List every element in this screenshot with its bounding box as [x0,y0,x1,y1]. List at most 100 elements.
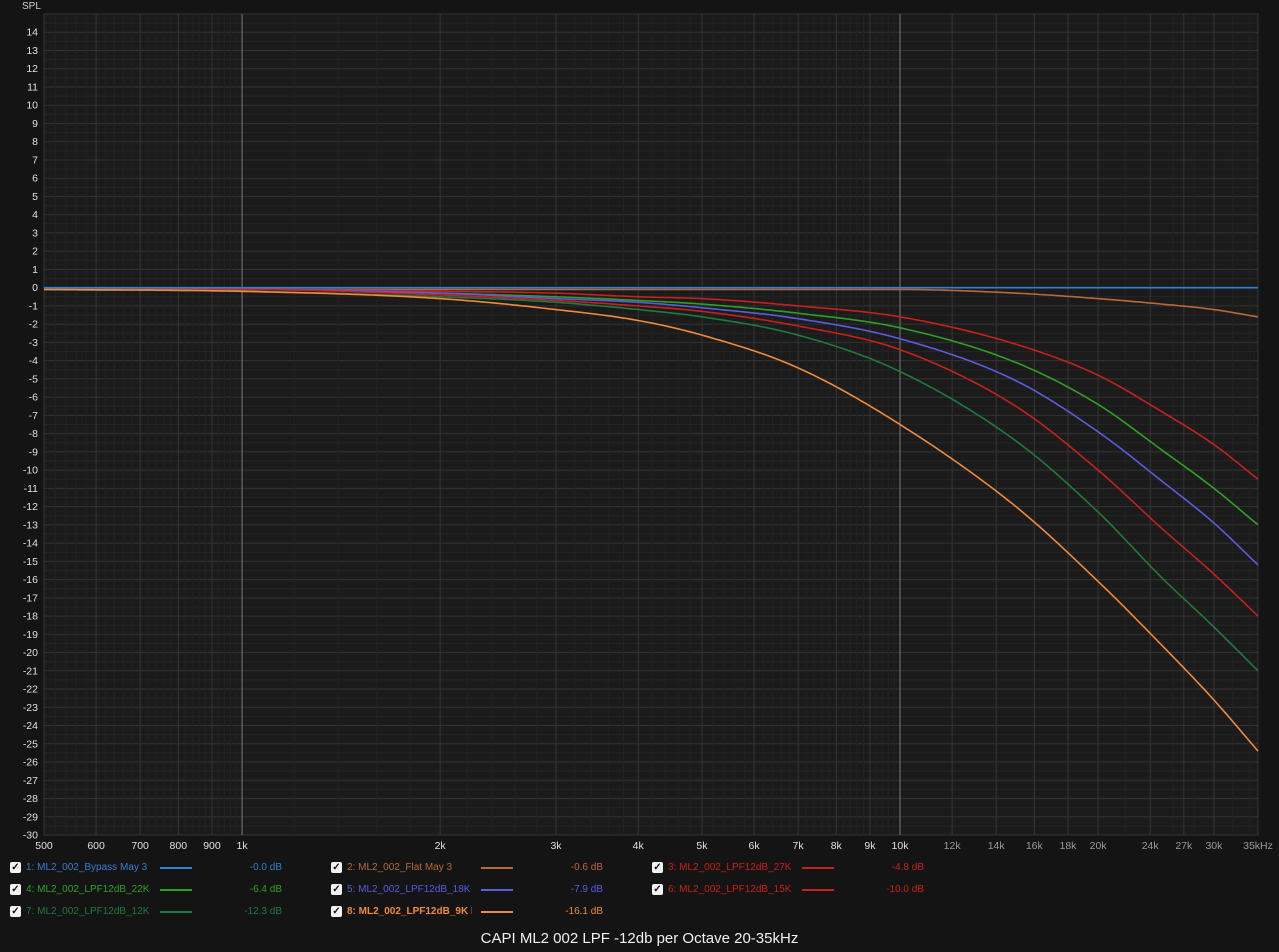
frequency-response-chart: 14131211109876543210-1-2-3-4-5-6-7-8-9-1… [0,0,1279,930]
legend-value: -4.8 dB [891,862,924,873]
legend-checkbox[interactable]: ✓ [10,862,21,873]
y-tick-label: -21 [23,665,38,677]
y-tick-label: 10 [26,100,38,112]
x-tick-label: 800 [170,840,188,852]
y-tick-label: 4 [32,209,38,221]
legend-item-8[interactable]: ✓ 8: ML2_002_LPF12dB_9K M -16.1 dB [331,903,631,921]
legend-label: 6: ML2_002_LPF12dB_15K [668,884,792,895]
legend-item-4[interactable]: ✓ 4: ML2_002_LPF12dB_22K -6.4 dB [10,881,310,899]
y-tick-label: -17 [23,592,38,604]
x-tick-label: 7k [793,840,805,852]
legend-checkbox[interactable]: ✓ [331,906,342,917]
legend-label: 8: ML2_002_LPF12dB_9K M [347,906,472,917]
y-tick-label: 8 [32,136,38,148]
legend-checkbox[interactable]: ✓ [652,862,663,873]
x-tick-label: 900 [203,840,221,852]
x-tick-label: 2k [435,840,447,852]
legend-checkbox[interactable]: ✓ [652,884,663,895]
legend-value: -10.0 dB [886,884,924,895]
legend-value: -16.1 dB [565,906,603,917]
x-tick-label: 500 [35,840,53,852]
legend-swatch [160,911,192,913]
legend-item-5[interactable]: ✓ 5: ML2_002_LPF12dB_18K -7.9 dB [331,881,631,899]
y-tick-label: -27 [23,775,38,787]
y-tick-label: -20 [23,647,38,659]
legend-swatch [481,889,513,891]
legend-swatch [160,867,192,869]
x-tick-label: 27k [1175,840,1193,852]
y-tick-label: -18 [23,611,38,623]
y-tick-label: 9 [32,118,38,130]
chart-title: CAPI ML2 002 LPF -12db per Octave 20-35k… [480,930,799,947]
legend-checkbox[interactable]: ✓ [331,884,342,895]
y-tick-label: -25 [23,738,38,750]
y-tick-label: 11 [27,81,38,93]
y-tick-label: 2 [32,246,38,258]
legend-item-1[interactable]: ✓ 1: ML2_002_Bypass May 3 -0.0 dB [10,859,310,877]
x-tick-label: 35kHz [1243,840,1273,852]
legend-value: -12.3 dB [244,906,282,917]
legend-swatch [481,911,513,913]
y-tick-label: 6 [32,173,38,185]
legend-value: -6.4 dB [249,884,282,895]
x-tick-label: 6k [749,840,761,852]
y-tick-label: -13 [23,519,38,531]
legend-swatch [802,889,834,891]
y-tick-label: -6 [29,392,38,404]
x-tick-label: 30k [1205,840,1223,852]
y-tick-label: -4 [29,355,38,367]
legend-item-6[interactable]: ✓ 6: ML2_002_LPF12dB_15K -10.0 dB [652,881,952,899]
x-tick-label: 1k [237,840,249,852]
y-tick-label: -16 [23,574,38,586]
legend-checkbox[interactable]: ✓ [10,906,21,917]
x-tick-label: 8k [831,840,843,852]
legend-label: 1: ML2_002_Bypass May 3 [26,862,148,873]
y-tick-label: -11 [24,483,39,495]
y-tick-label: 7 [32,154,38,166]
legend-item-7[interactable]: ✓ 7: ML2_002_LPF12dB_12K -12.3 dB [10,903,310,921]
legend-label: 4: ML2_002_LPF12dB_22K [26,884,150,895]
x-tick-label: 20k [1090,840,1108,852]
y-tick-label: 13 [26,45,38,57]
legend-value: -7.9 dB [570,884,603,895]
y-tick-label: -12 [23,501,38,513]
y-tick-label: 5 [32,191,38,203]
x-tick-label: 18k [1060,840,1078,852]
y-tick-label: -1 [29,300,38,312]
legend-item-3[interactable]: ✓ 3: ML2_002_LPF12dB_27K -4.8 dB [652,859,952,877]
y-tick-label: 1 [32,264,38,276]
y-tick-label: 0 [32,282,38,294]
legend-label: 2: ML2_002_Flat May 3 [347,862,453,873]
legend-checkbox[interactable]: ✓ [10,884,21,895]
y-tick-label: -15 [23,556,38,568]
x-tick-label: 12k [944,840,962,852]
y-tick-label: 3 [32,227,38,239]
x-tick-label: 10k [892,840,910,852]
y-axis-label: SPL [22,1,41,12]
x-tick-label: 4k [633,840,645,852]
y-tick-label: 14 [26,27,38,39]
legend-checkbox[interactable]: ✓ [331,862,342,873]
y-tick-label: -24 [23,720,38,732]
y-tick-label: -26 [23,757,38,769]
x-tick-label: 16k [1026,840,1044,852]
y-tick-label: -10 [23,465,38,477]
x-tick-label: 9k [864,840,876,852]
y-tick-label: -23 [23,702,38,714]
legend-swatch [802,867,834,869]
y-tick-label: -7 [29,410,38,422]
x-tick-label: 600 [87,840,105,852]
legend-label: 7: ML2_002_LPF12dB_12K [26,906,150,917]
y-tick-label: 12 [26,63,38,75]
y-tick-label: -14 [23,538,38,550]
legend-value: -0.0 dB [249,862,282,873]
x-tick-label: 3k [550,840,562,852]
y-tick-label: -8 [29,428,38,440]
legend-value: -0.6 dB [570,862,603,873]
legend-label: 5: ML2_002_LPF12dB_18K [347,884,471,895]
legend-label: 3: ML2_002_LPF12dB_27K [668,862,792,873]
y-tick-label: -28 [23,793,38,805]
legend-item-2[interactable]: ✓ 2: ML2_002_Flat May 3 -0.6 dB [331,859,631,877]
y-tick-label: -2 [29,319,38,331]
y-tick-label: -5 [29,373,38,385]
